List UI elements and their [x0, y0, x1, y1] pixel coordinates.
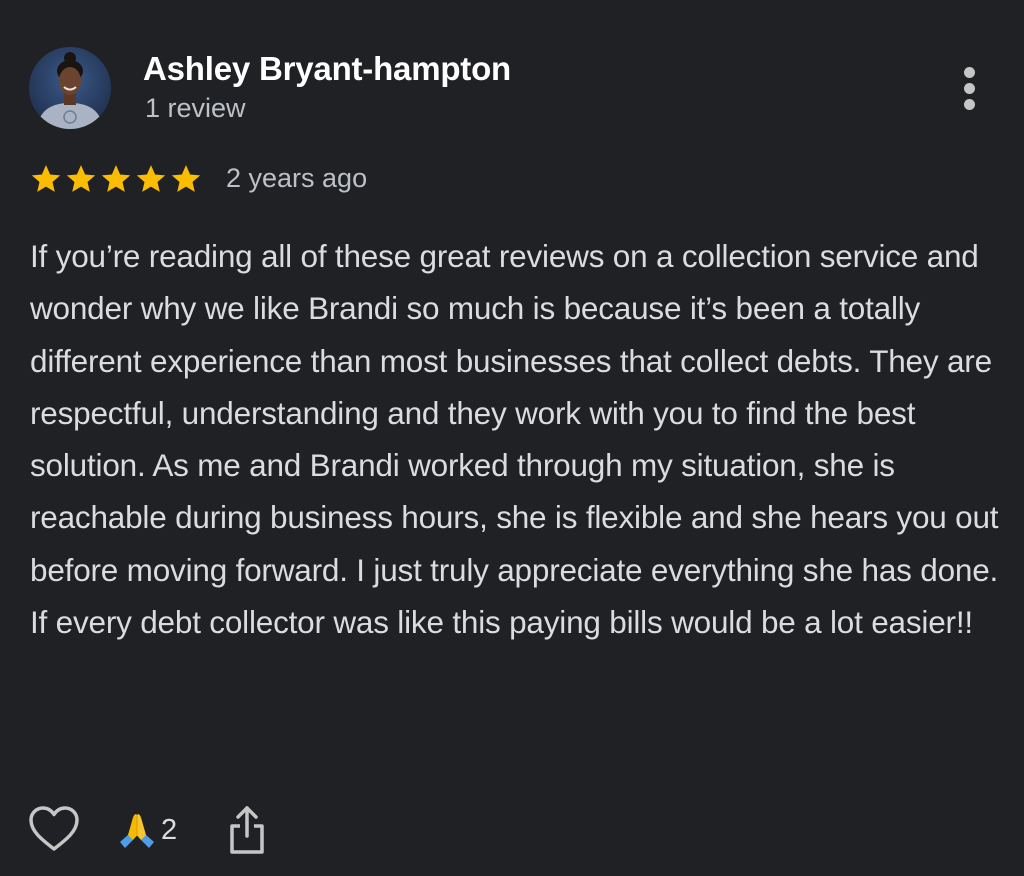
reviewer-review-count[interactable]: 1 review: [145, 93, 246, 124]
star-icon: [101, 165, 131, 192]
review-text: If you’re reading all of these great rev…: [30, 238, 999, 641]
more-vertical-icon-dot: [963, 82, 975, 94]
star-icon: [136, 165, 166, 192]
like-button[interactable]: [27, 804, 81, 854]
review-time: 2 years ago: [226, 163, 368, 193]
reaction-count: 2: [161, 813, 178, 846]
folded-hands-emoji-icon: [120, 814, 154, 848]
reviewer-name[interactable]: Ashley Bryant-hampton: [143, 50, 511, 88]
reaction-button[interactable]: 2: [117, 810, 177, 850]
reviewer-avatar[interactable]: [29, 47, 111, 129]
star-rating: [29, 162, 203, 196]
more-vertical-icon-dot: [963, 98, 975, 110]
heart-outline-icon: [29, 806, 79, 851]
review-card: Ashley Bryant-hampton 1 review 2 years a…: [0, 0, 1024, 876]
avatar-photo-icon: [29, 47, 111, 129]
star-icon: [171, 165, 201, 192]
star-icon: [66, 165, 96, 192]
more-vertical-icon: [963, 66, 975, 78]
share-icon: [230, 806, 264, 854]
share-button[interactable]: [227, 804, 267, 856]
more-options-button[interactable]: [948, 64, 990, 112]
star-icon: [31, 165, 61, 192]
